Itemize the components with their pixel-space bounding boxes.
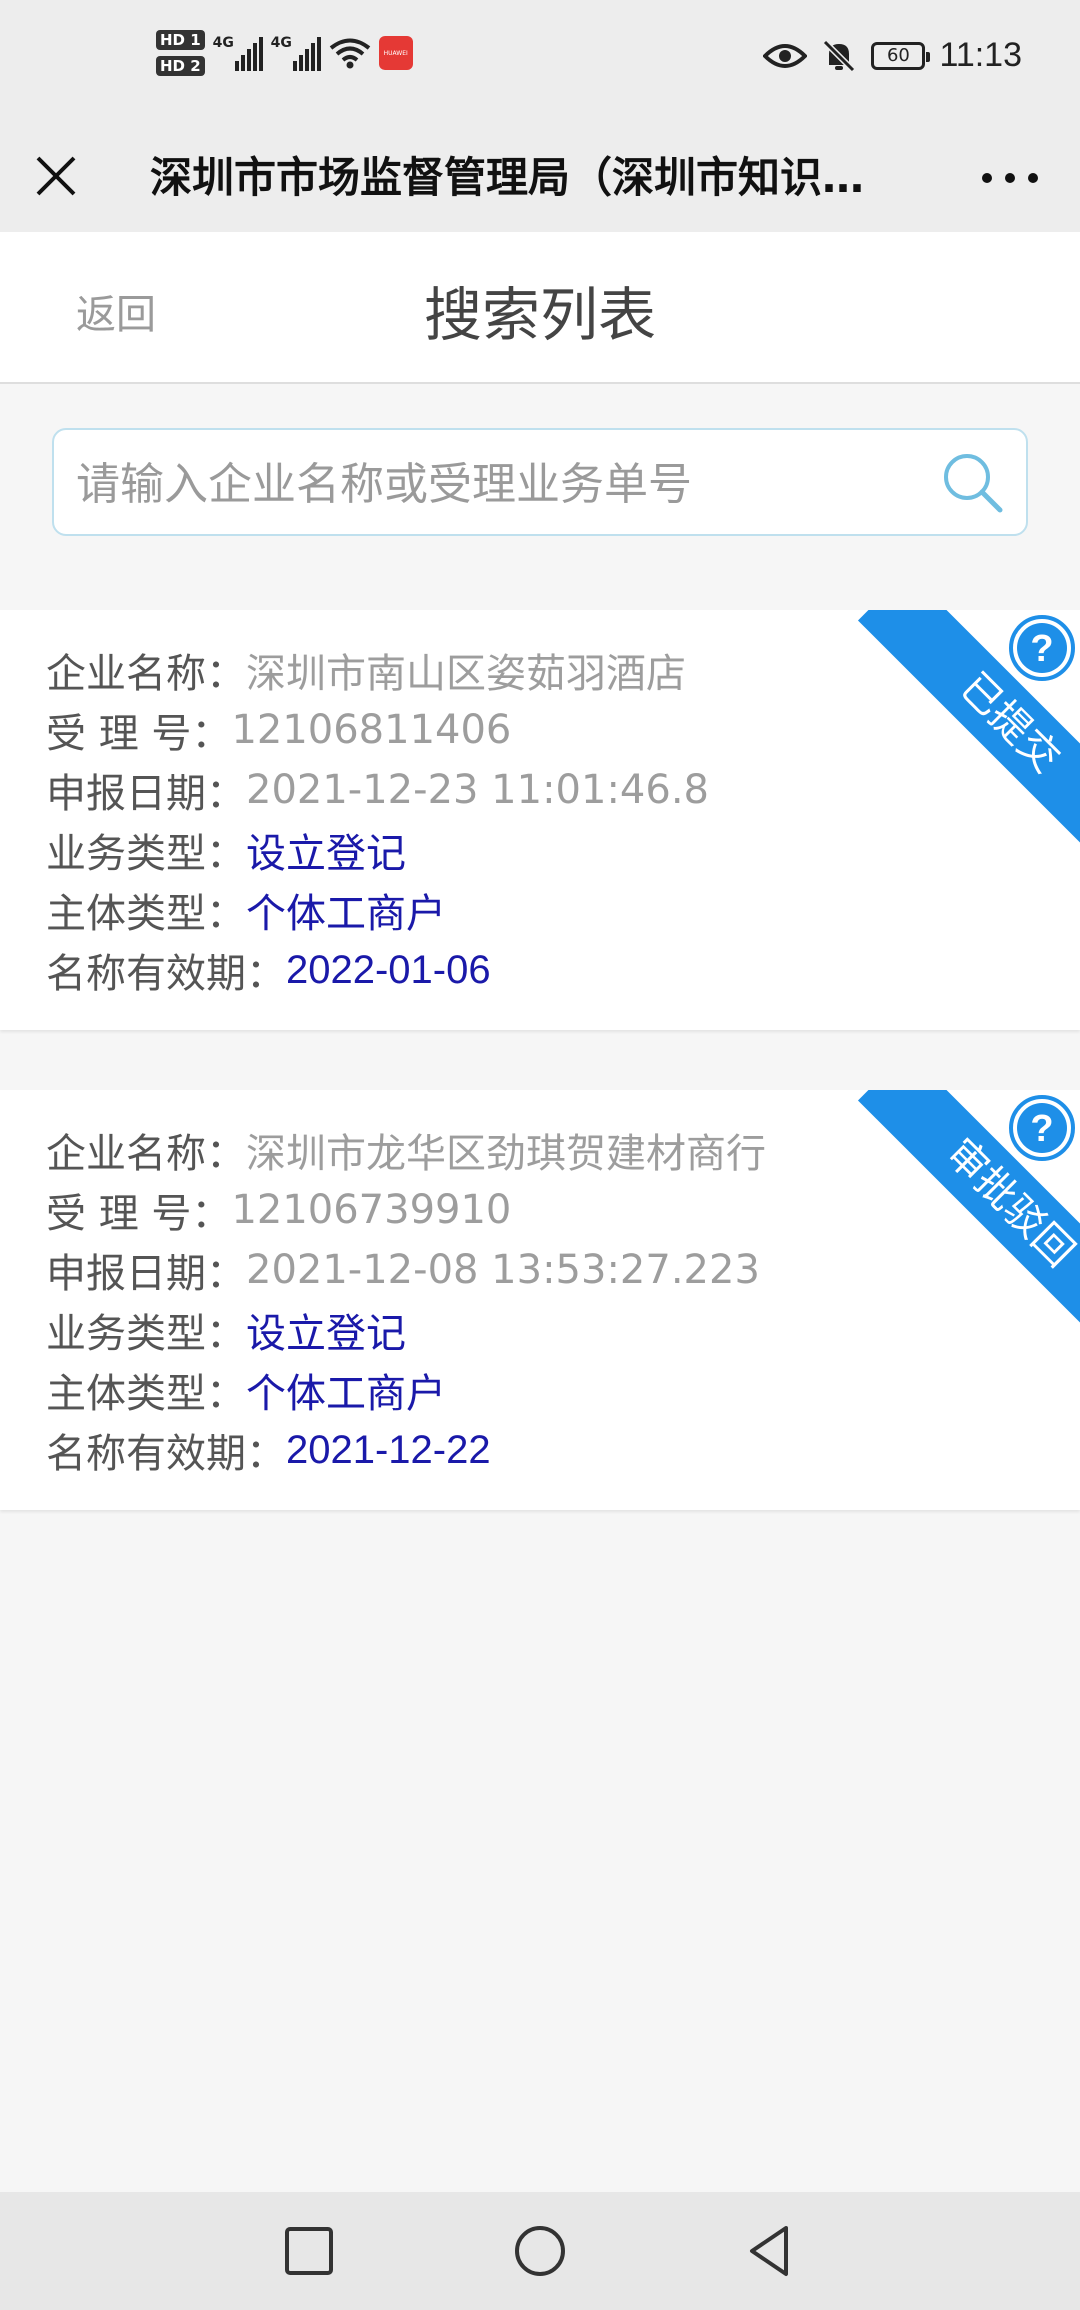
company-row: 企业名称： 深圳市南山区姿茹羽酒店 [46, 640, 709, 700]
wechat-title-bar: 深圳市市场监督管理局（深圳市知识产权局） [0, 128, 1080, 232]
accept-number: 12106811406 [231, 707, 512, 753]
accept-no-row: 受 理 号： 12106811406 [46, 700, 709, 760]
page-header: 返回 搜索列表 [0, 232, 1080, 384]
business-type: 设立登记 [246, 831, 406, 877]
name-valid-date: 2021-12-22 [286, 1427, 491, 1472]
back-nav-icon[interactable] [740, 2220, 802, 2282]
accept-number: 12106739910 [231, 1187, 512, 1233]
system-nav-bar [0, 2192, 1080, 2310]
record-card[interactable]: 企业名称： 深圳市龙华区劲琪贺建材商行 受 理 号： 12106739910 申… [0, 1090, 1080, 1510]
status-left: HD 1 HD 2 4G 4G HUAWEI [156, 30, 413, 76]
eye-icon [763, 43, 808, 68]
name-valid-row: 名称有效期： 2022-01-06 [46, 940, 709, 1000]
wifi-icon [329, 38, 370, 69]
report-date-row: 申报日期： 2021-12-08 13:53:27.223 [46, 1240, 766, 1300]
battery-icon: 60 [871, 41, 931, 70]
svg-text:?: ? [1030, 628, 1053, 670]
page-title: 搜索列表 [423, 281, 656, 349]
field-label: 申报日期： [46, 1251, 246, 1297]
field-label: 名称有效期： [46, 951, 286, 997]
hd1-badge: HD 1 [156, 30, 205, 50]
recent-apps-icon[interactable] [278, 2220, 340, 2282]
record-fields: 企业名称： 深圳市南山区姿茹羽酒店 受 理 号： 12106811406 申报日… [46, 640, 709, 1000]
help-icon[interactable]: ? [1006, 612, 1078, 684]
search-input[interactable] [74, 448, 938, 520]
field-label: 企业名称： [46, 1131, 246, 1177]
name-valid-date: 2022-01-06 [286, 947, 491, 992]
report-date: 2021-12-08 13:53:27.223 [246, 1247, 760, 1293]
business-type: 设立登记 [246, 1311, 406, 1357]
field-label: 受 理 号： [46, 711, 232, 757]
entity-type: 个体工商户 [246, 891, 446, 937]
report-date-row: 申报日期： 2021-12-23 11:01:46.8 [46, 760, 709, 820]
record-card[interactable]: 企业名称： 深圳市南山区姿茹羽酒店 受 理 号： 12106811406 申报日… [0, 610, 1080, 1030]
report-date: 2021-12-23 11:01:46.8 [246, 767, 709, 813]
field-label: 申报日期： [46, 771, 246, 817]
signal-1-icon: 4G [213, 35, 263, 71]
field-label: 受 理 号： [46, 1191, 232, 1237]
field-label: 业务类型： [46, 831, 246, 877]
hd-indicators: HD 1 HD 2 [156, 30, 205, 76]
entity-type-row: 主体类型： 个体工商户 [46, 1360, 766, 1420]
status-right: 60 11:13 [763, 36, 1022, 75]
entity-type: 个体工商户 [246, 1371, 446, 1417]
signal-2-icon: 4G [271, 35, 321, 71]
field-label: 业务类型： [46, 1311, 246, 1357]
search-box [52, 428, 1028, 536]
mute-bell-icon [823, 39, 856, 72]
business-type-row: 业务类型： 设立登记 [46, 820, 709, 880]
accept-no-row: 受 理 号： 12106739910 [46, 1180, 766, 1240]
huawei-app-icon: HUAWEI [378, 36, 413, 70]
close-icon[interactable] [30, 150, 82, 202]
entity-type-row: 主体类型： 个体工商户 [46, 880, 709, 940]
business-type-row: 业务类型： 设立登记 [46, 1300, 766, 1360]
status-bar: HD 1 HD 2 4G 4G HUAWEI 60 11:13 [0, 0, 1080, 128]
search-icon[interactable] [938, 448, 1008, 518]
company-name: 深圳市龙华区劲琪贺建材商行 [246, 1131, 766, 1177]
help-icon[interactable]: ? [1006, 1092, 1078, 1164]
webview-title: 深圳市市场监督管理局（深圳市知识产权局） [150, 153, 900, 202]
field-label: 主体类型： [46, 1371, 246, 1417]
field-label: 主体类型： [46, 891, 246, 937]
clock: 11:13 [939, 36, 1022, 74]
field-label: 名称有效期： [46, 1431, 286, 1477]
company-row: 企业名称： 深圳市龙华区劲琪贺建材商行 [46, 1120, 766, 1180]
more-options-icon[interactable] [982, 158, 1038, 198]
field-label: 企业名称： [46, 651, 246, 697]
home-icon[interactable] [509, 2220, 571, 2282]
company-name: 深圳市南山区姿茹羽酒店 [246, 651, 686, 697]
record-fields: 企业名称： 深圳市龙华区劲琪贺建材商行 受 理 号： 12106739910 申… [46, 1120, 766, 1480]
svg-text:?: ? [1030, 1108, 1053, 1150]
name-valid-row: 名称有效期： 2021-12-22 [46, 1420, 766, 1480]
hd2-badge: HD 2 [156, 56, 205, 76]
